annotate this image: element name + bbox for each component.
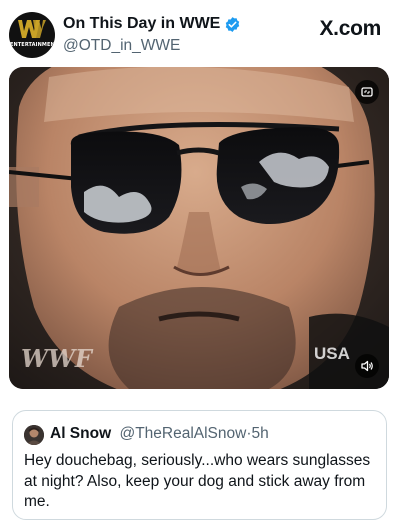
author-name-row: On This Day in WWE bbox=[63, 15, 241, 33]
quoted-avatar-image bbox=[24, 425, 44, 445]
verified-badge-icon bbox=[226, 16, 240, 32]
quoted-post-text: Hey douchebag, seriously...who wears sun… bbox=[24, 452, 371, 510]
video-watermark-right: USA bbox=[314, 344, 350, 363]
video-frame-image: WWF USA bbox=[9, 67, 389, 389]
quoted-post-header: Al Snow @TheRealAlSnow·5h bbox=[50, 425, 269, 443]
wwe-logo-icon bbox=[18, 20, 46, 38]
quoted-author-avatar[interactable] bbox=[24, 425, 44, 445]
quoted-timestamp[interactable]: 5h bbox=[252, 425, 269, 442]
mute-toggle-button[interactable] bbox=[355, 354, 379, 378]
site-label: X.com bbox=[319, 17, 381, 40]
quoted-author-name[interactable]: Al Snow bbox=[50, 425, 111, 442]
video-watermark-left: WWF bbox=[21, 344, 94, 373]
author-display-name[interactable]: On This Day in WWE bbox=[63, 15, 220, 33]
quoted-author-handle[interactable]: @TheRealAlSnow bbox=[119, 425, 246, 442]
author-handle[interactable]: @OTD_in_WWE bbox=[63, 37, 180, 55]
fullscreen-icon bbox=[361, 87, 373, 97]
speaker-volume-icon bbox=[361, 360, 373, 372]
author-avatar[interactable]: ENTERTAINMENT bbox=[9, 12, 55, 58]
avatar-caption: ENTERTAINMENT bbox=[10, 42, 55, 48]
post-header: ENTERTAINMENT On This Day in WWE @OTD_in… bbox=[0, 0, 397, 66]
quoted-post[interactable]: Al Snow @TheRealAlSnow·5h Hey douchebag,… bbox=[12, 410, 387, 520]
expand-video-button[interactable] bbox=[355, 80, 379, 104]
post-video[interactable]: WWF USA bbox=[9, 67, 389, 389]
